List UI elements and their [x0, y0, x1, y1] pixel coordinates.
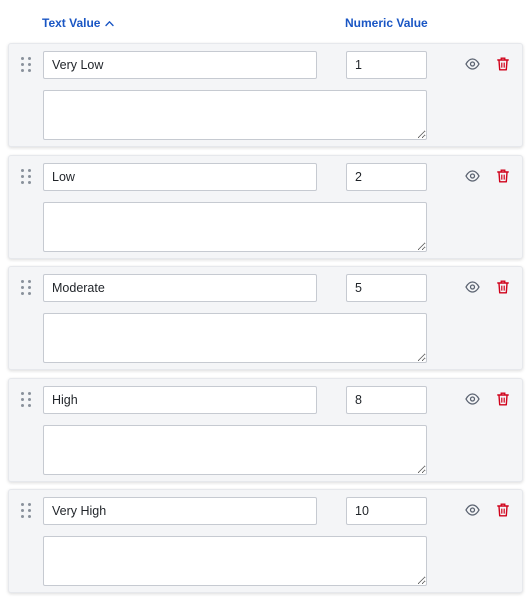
description-textarea[interactable] — [43, 90, 427, 140]
trash-icon[interactable] — [497, 503, 509, 517]
text-value-header-label: Text Value — [42, 16, 101, 30]
value-row — [8, 43, 523, 147]
value-row — [8, 266, 523, 371]
text-value-input[interactable] — [43, 497, 317, 526]
numeric-value-input[interactable] — [346, 51, 427, 79]
drag-handle-icon[interactable] — [20, 502, 32, 519]
description-textarea[interactable] — [43, 536, 427, 587]
eye-icon[interactable] — [465, 169, 480, 182]
description-textarea[interactable] — [43, 313, 427, 364]
description-textarea[interactable] — [43, 201, 427, 252]
numeric-value-column-header: Numeric Value — [345, 16, 428, 30]
numeric-value-input[interactable] — [346, 385, 427, 414]
drag-handle-icon[interactable] — [20, 168, 32, 185]
trash-icon[interactable] — [497, 280, 509, 294]
text-value-input[interactable] — [43, 274, 317, 303]
chevron-up-icon — [105, 20, 115, 27]
numeric-value-input[interactable] — [346, 274, 427, 303]
text-value-input[interactable] — [43, 162, 317, 191]
eye-icon[interactable] — [465, 281, 480, 293]
drag-handle-icon[interactable] — [20, 279, 32, 296]
text-value-input[interactable] — [43, 385, 317, 414]
text-value-column-header[interactable]: Text Value — [42, 16, 115, 30]
column-header: Text Value Numeric Value — [0, 0, 530, 44]
drag-handle-icon[interactable] — [20, 391, 32, 408]
eye-icon[interactable] — [465, 504, 480, 517]
trash-icon[interactable] — [497, 57, 509, 71]
text-value-input[interactable] — [43, 51, 317, 79]
trash-icon[interactable] — [497, 169, 509, 183]
description-textarea[interactable] — [43, 424, 427, 475]
eye-icon[interactable] — [465, 58, 480, 70]
value-row — [8, 154, 523, 259]
value-row — [8, 489, 523, 594]
numeric-value-input[interactable] — [346, 162, 427, 191]
value-list — [8, 43, 523, 601]
trash-icon[interactable] — [497, 392, 509, 406]
drag-handle-icon[interactable] — [20, 56, 32, 73]
numeric-value-input[interactable] — [346, 497, 427, 526]
eye-icon[interactable] — [465, 393, 480, 405]
value-row — [8, 377, 523, 482]
